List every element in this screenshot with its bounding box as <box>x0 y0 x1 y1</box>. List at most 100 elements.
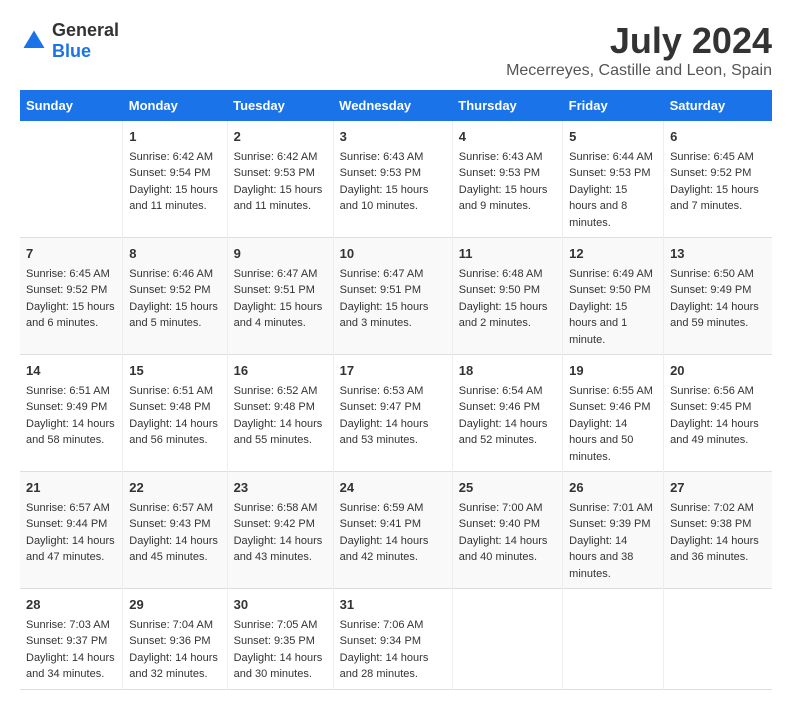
cell-2-3: 17Sunrise: 6:53 AMSunset: 9:47 PMDayligh… <box>333 355 452 472</box>
cell-1-3: 10Sunrise: 6:47 AMSunset: 9:51 PMDayligh… <box>333 238 452 355</box>
cell-2-1: 15Sunrise: 6:51 AMSunset: 9:48 PMDayligh… <box>123 355 227 472</box>
logo-general: General <box>52 20 119 40</box>
cell-sunset: Sunset: 9:47 PM <box>340 401 421 413</box>
cell-2-5: 19Sunrise: 6:55 AMSunset: 9:46 PMDayligh… <box>563 355 664 472</box>
cell-sunset: Sunset: 9:54 PM <box>129 167 210 179</box>
cell-2-4: 18Sunrise: 6:54 AMSunset: 9:46 PMDayligh… <box>452 355 562 472</box>
cell-0-6: 6Sunrise: 6:45 AMSunset: 9:52 PMDaylight… <box>664 121 772 238</box>
cell-daylight: Daylight: 14 hours and 43 minutes. <box>234 535 323 564</box>
cell-sunrise: Sunrise: 6:42 AM <box>129 151 213 163</box>
date-number: 17 <box>340 361 446 381</box>
cell-daylight: Daylight: 15 hours and 4 minutes. <box>234 301 323 330</box>
cell-sunrise: Sunrise: 6:53 AM <box>340 385 424 397</box>
date-number: 23 <box>234 478 327 498</box>
date-number: 4 <box>459 127 556 147</box>
date-number: 13 <box>670 244 766 264</box>
date-number: 20 <box>670 361 766 381</box>
cell-sunrise: Sunrise: 6:48 AM <box>459 268 543 280</box>
date-number: 8 <box>129 244 220 264</box>
cell-daylight: Daylight: 14 hours and 34 minutes. <box>26 652 115 681</box>
col-sunday: Sunday <box>20 90 123 121</box>
cell-sunset: Sunset: 9:45 PM <box>670 401 751 413</box>
cell-3-1: 22Sunrise: 6:57 AMSunset: 9:43 PMDayligh… <box>123 472 227 589</box>
cell-0-3: 3Sunrise: 6:43 AMSunset: 9:53 PMDaylight… <box>333 121 452 238</box>
date-number: 15 <box>129 361 220 381</box>
cell-sunset: Sunset: 9:52 PM <box>670 167 751 179</box>
cell-sunset: Sunset: 9:48 PM <box>234 401 315 413</box>
cell-sunrise: Sunrise: 6:42 AM <box>234 151 318 163</box>
cell-sunset: Sunset: 9:43 PM <box>129 518 210 530</box>
cell-sunrise: Sunrise: 6:47 AM <box>340 268 424 280</box>
cell-daylight: Daylight: 14 hours and 58 minutes. <box>26 418 115 447</box>
cell-sunset: Sunset: 9:53 PM <box>340 167 421 179</box>
cell-2-0: 14Sunrise: 6:51 AMSunset: 9:49 PMDayligh… <box>20 355 123 472</box>
cell-daylight: Daylight: 14 hours and 52 minutes. <box>459 418 548 447</box>
cell-daylight: Daylight: 14 hours and 55 minutes. <box>234 418 323 447</box>
cell-daylight: Daylight: 15 hours and 6 minutes. <box>26 301 115 330</box>
cell-daylight: Daylight: 14 hours and 56 minutes. <box>129 418 218 447</box>
cell-sunrise: Sunrise: 6:57 AM <box>26 502 110 514</box>
cell-4-1: 29Sunrise: 7:04 AMSunset: 9:36 PMDayligh… <box>123 589 227 690</box>
week-row-1: 7Sunrise: 6:45 AMSunset: 9:52 PMDaylight… <box>20 238 772 355</box>
cell-sunset: Sunset: 9:53 PM <box>459 167 540 179</box>
cell-daylight: Daylight: 14 hours and 45 minutes. <box>129 535 218 564</box>
cell-daylight: Daylight: 15 hours and 9 minutes. <box>459 184 548 213</box>
cell-daylight: Daylight: 14 hours and 49 minutes. <box>670 418 759 447</box>
cell-daylight: Daylight: 15 hours and 2 minutes. <box>459 301 548 330</box>
cell-sunrise: Sunrise: 7:03 AM <box>26 619 110 631</box>
col-wednesday: Wednesday <box>333 90 452 121</box>
cell-sunset: Sunset: 9:52 PM <box>129 284 210 296</box>
date-number: 7 <box>26 244 116 264</box>
logo-text: General Blue <box>52 20 119 62</box>
cell-1-2: 9Sunrise: 6:47 AMSunset: 9:51 PMDaylight… <box>227 238 333 355</box>
col-monday: Monday <box>123 90 227 121</box>
cell-daylight: Daylight: 15 hours and 11 minutes. <box>234 184 323 213</box>
col-tuesday: Tuesday <box>227 90 333 121</box>
week-row-4: 28Sunrise: 7:03 AMSunset: 9:37 PMDayligh… <box>20 589 772 690</box>
cell-0-4: 4Sunrise: 6:43 AMSunset: 9:53 PMDaylight… <box>452 121 562 238</box>
cell-sunset: Sunset: 9:46 PM <box>569 401 650 413</box>
cell-daylight: Daylight: 14 hours and 38 minutes. <box>569 535 633 580</box>
cell-sunrise: Sunrise: 6:49 AM <box>569 268 653 280</box>
cell-sunrise: Sunrise: 6:58 AM <box>234 502 318 514</box>
cell-2-2: 16Sunrise: 6:52 AMSunset: 9:48 PMDayligh… <box>227 355 333 472</box>
date-number: 21 <box>26 478 116 498</box>
header: General Blue July 2024 Mecerreyes, Casti… <box>20 20 772 80</box>
cell-sunrise: Sunrise: 6:51 AM <box>26 385 110 397</box>
cell-sunset: Sunset: 9:40 PM <box>459 518 540 530</box>
date-number: 1 <box>129 127 220 147</box>
cell-3-3: 24Sunrise: 6:59 AMSunset: 9:41 PMDayligh… <box>333 472 452 589</box>
cell-sunrise: Sunrise: 6:57 AM <box>129 502 213 514</box>
cell-sunrise: Sunrise: 6:46 AM <box>129 268 213 280</box>
cell-3-4: 25Sunrise: 7:00 AMSunset: 9:40 PMDayligh… <box>452 472 562 589</box>
cell-4-6 <box>664 589 772 690</box>
date-number: 24 <box>340 478 446 498</box>
date-number: 6 <box>670 127 766 147</box>
cell-sunrise: Sunrise: 6:51 AM <box>129 385 213 397</box>
date-number: 25 <box>459 478 556 498</box>
cell-sunset: Sunset: 9:35 PM <box>234 635 315 647</box>
cell-sunset: Sunset: 9:34 PM <box>340 635 421 647</box>
col-saturday: Saturday <box>664 90 772 121</box>
cell-3-0: 21Sunrise: 6:57 AMSunset: 9:44 PMDayligh… <box>20 472 123 589</box>
logo-blue: Blue <box>52 41 91 61</box>
date-number: 26 <box>569 478 657 498</box>
cell-daylight: Daylight: 15 hours and 10 minutes. <box>340 184 429 213</box>
cell-1-0: 7Sunrise: 6:45 AMSunset: 9:52 PMDaylight… <box>20 238 123 355</box>
cell-sunrise: Sunrise: 6:52 AM <box>234 385 318 397</box>
date-number: 10 <box>340 244 446 264</box>
cell-sunrise: Sunrise: 6:44 AM <box>569 151 653 163</box>
cell-sunset: Sunset: 9:52 PM <box>26 284 107 296</box>
cell-sunset: Sunset: 9:37 PM <box>26 635 107 647</box>
date-number: 12 <box>569 244 657 264</box>
cell-daylight: Daylight: 15 hours and 7 minutes. <box>670 184 759 213</box>
cell-daylight: Daylight: 14 hours and 50 minutes. <box>569 418 633 463</box>
cell-4-3: 31Sunrise: 7:06 AMSunset: 9:34 PMDayligh… <box>333 589 452 690</box>
cell-3-6: 27Sunrise: 7:02 AMSunset: 9:38 PMDayligh… <box>664 472 772 589</box>
cell-sunrise: Sunrise: 6:50 AM <box>670 268 754 280</box>
date-number: 19 <box>569 361 657 381</box>
cell-daylight: Daylight: 14 hours and 30 minutes. <box>234 652 323 681</box>
subtitle: Mecerreyes, Castille and Leon, Spain <box>506 62 772 80</box>
date-number: 5 <box>569 127 657 147</box>
col-thursday: Thursday <box>452 90 562 121</box>
